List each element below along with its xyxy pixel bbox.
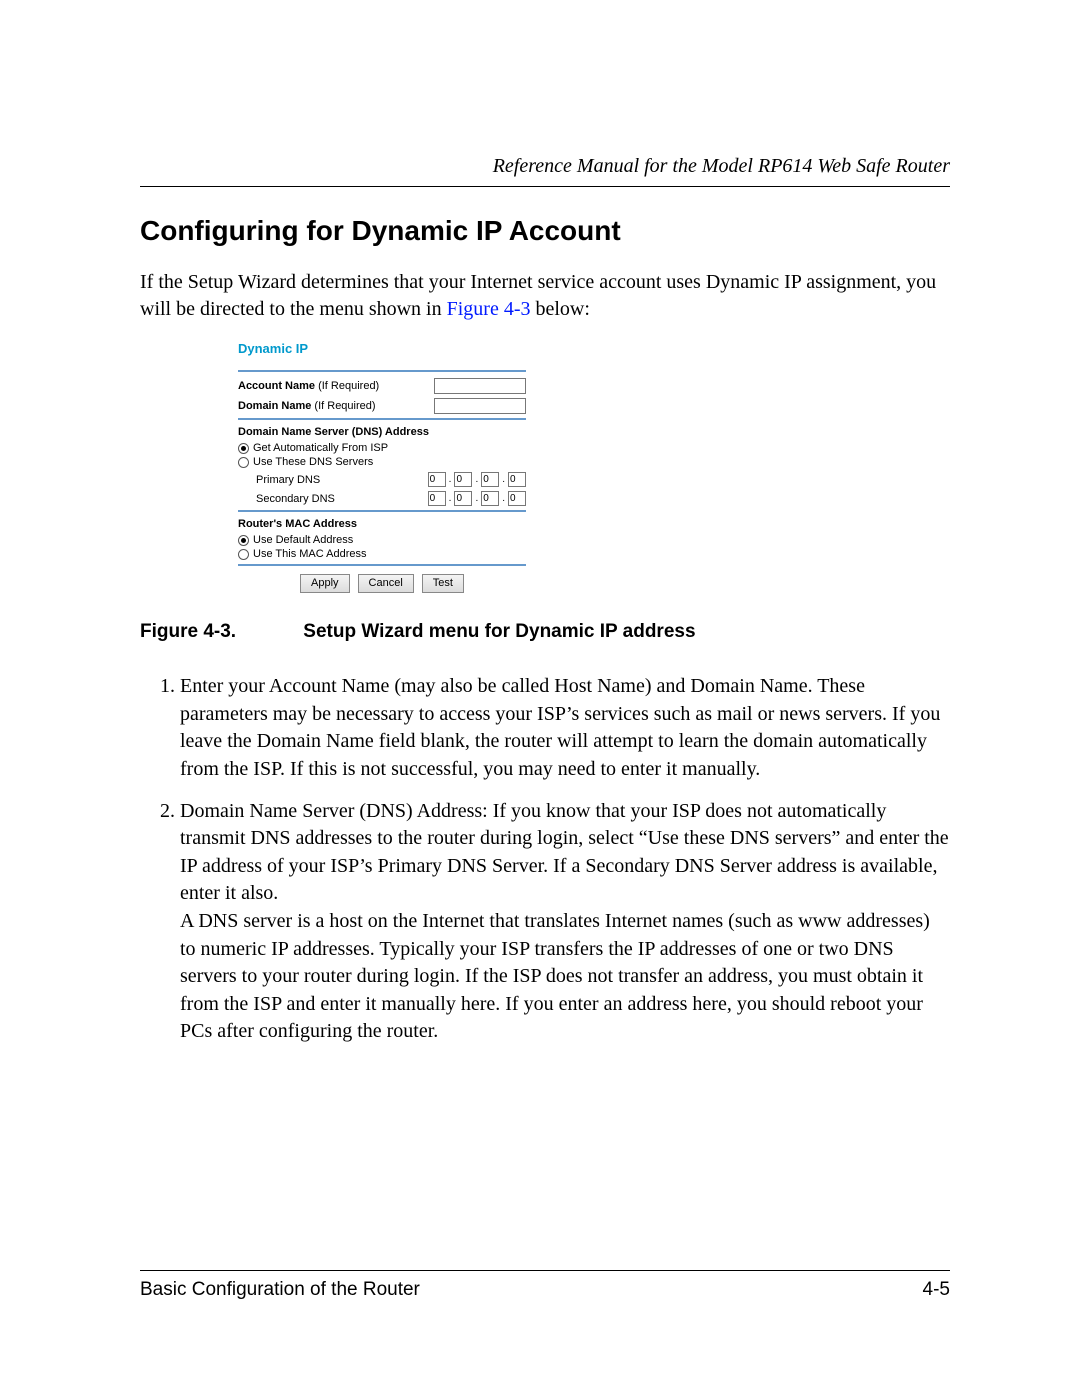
radio-icon xyxy=(238,457,249,468)
primary-dns-label: Primary DNS xyxy=(256,474,320,486)
ip-octet[interactable]: 0 xyxy=(508,491,526,506)
ip-octet[interactable]: 0 xyxy=(454,491,472,506)
test-button[interactable]: Test xyxy=(422,574,464,593)
step-list: Enter your Account Name (may also be cal… xyxy=(140,673,950,1046)
page-footer: Basic Configuration of the Router 4-5 xyxy=(140,1270,950,1301)
footer-rule xyxy=(140,1270,950,1271)
figure-4-3: Dynamic IP Account Name (If Required) Do… xyxy=(238,341,950,593)
ip-octet[interactable]: 0 xyxy=(428,491,446,506)
step-1: Enter your Account Name (may also be cal… xyxy=(180,673,950,783)
mac-default-option[interactable]: Use Default Address xyxy=(238,534,526,546)
domain-name-input[interactable] xyxy=(434,398,526,414)
secondary-dns-input[interactable]: 0. 0. 0. 0 xyxy=(428,491,526,506)
radio-icon xyxy=(238,549,249,560)
ip-octet[interactable]: 0 xyxy=(428,472,446,487)
panel-sep-4 xyxy=(238,564,526,566)
step-2-subparagraph: A DNS server is a host on the Internet t… xyxy=(180,908,950,1046)
intro-text-after: below: xyxy=(531,298,590,320)
secondary-dns-row: Secondary DNS 0. 0. 0. 0 xyxy=(256,491,526,506)
footer-page-number: 4-5 xyxy=(923,1279,950,1301)
step-2: Domain Name Server (DNS) Address: If you… xyxy=(180,798,950,1046)
primary-dns-input[interactable]: 0. 0. 0. 0 xyxy=(428,472,526,487)
running-header: Reference Manual for the Model RP614 Web… xyxy=(140,155,950,178)
ip-octet[interactable]: 0 xyxy=(454,472,472,487)
account-name-row: Account Name (If Required) xyxy=(238,378,526,394)
step-1-text: Enter your Account Name (may also be cal… xyxy=(180,673,950,783)
panel-sep-2 xyxy=(238,418,526,420)
ip-octet[interactable]: 0 xyxy=(481,491,499,506)
footer-section-name: Basic Configuration of the Router xyxy=(140,1279,420,1301)
intro-paragraph: If the Setup Wizard determines that your… xyxy=(140,269,950,323)
mac-heading: Router's MAC Address xyxy=(238,518,526,530)
account-name-input[interactable] xyxy=(434,378,526,394)
mac-manual-label: Use This MAC Address xyxy=(253,548,367,560)
dynamic-ip-panel: Dynamic IP Account Name (If Required) Do… xyxy=(238,341,526,593)
page: Reference Manual for the Model RP614 Web… xyxy=(0,0,1080,1397)
dns-auto-option[interactable]: Get Automatically From ISP xyxy=(238,442,526,454)
radio-icon xyxy=(238,535,249,546)
panel-button-row: Apply Cancel Test xyxy=(238,574,526,593)
cancel-button[interactable]: Cancel xyxy=(358,574,414,593)
panel-sep-1 xyxy=(238,370,526,372)
domain-name-row: Domain Name (If Required) xyxy=(238,398,526,414)
mac-manual-option[interactable]: Use This MAC Address xyxy=(238,548,526,560)
ip-octet[interactable]: 0 xyxy=(481,472,499,487)
figure-caption: Figure 4-3. Setup Wizard menu for Dynami… xyxy=(140,621,950,643)
figure-crossref[interactable]: Figure 4-3 xyxy=(447,298,531,320)
figure-caption-text: Setup Wizard menu for Dynamic IP address xyxy=(303,621,695,642)
dns-manual-label: Use These DNS Servers xyxy=(253,456,373,468)
radio-icon xyxy=(238,443,249,454)
panel-title: Dynamic IP xyxy=(238,341,526,356)
ip-octet[interactable]: 0 xyxy=(508,472,526,487)
domain-name-label: Domain Name (If Required) xyxy=(238,400,376,412)
section-heading: Configuring for Dynamic IP Account xyxy=(140,215,950,247)
secondary-dns-label: Secondary DNS xyxy=(256,493,335,505)
primary-dns-row: Primary DNS 0. 0. 0. 0 xyxy=(256,472,526,487)
mac-default-label: Use Default Address xyxy=(253,534,353,546)
header-rule xyxy=(140,186,950,187)
dns-manual-option[interactable]: Use These DNS Servers xyxy=(238,456,526,468)
dns-auto-label: Get Automatically From ISP xyxy=(253,442,388,454)
dns-heading: Domain Name Server (DNS) Address xyxy=(238,426,526,438)
panel-sep-3 xyxy=(238,510,526,512)
apply-button[interactable]: Apply xyxy=(300,574,350,593)
figure-number: Figure 4-3. xyxy=(140,621,298,643)
account-name-label: Account Name (If Required) xyxy=(238,380,379,392)
step-2-text: Domain Name Server (DNS) Address: If you… xyxy=(180,798,950,908)
